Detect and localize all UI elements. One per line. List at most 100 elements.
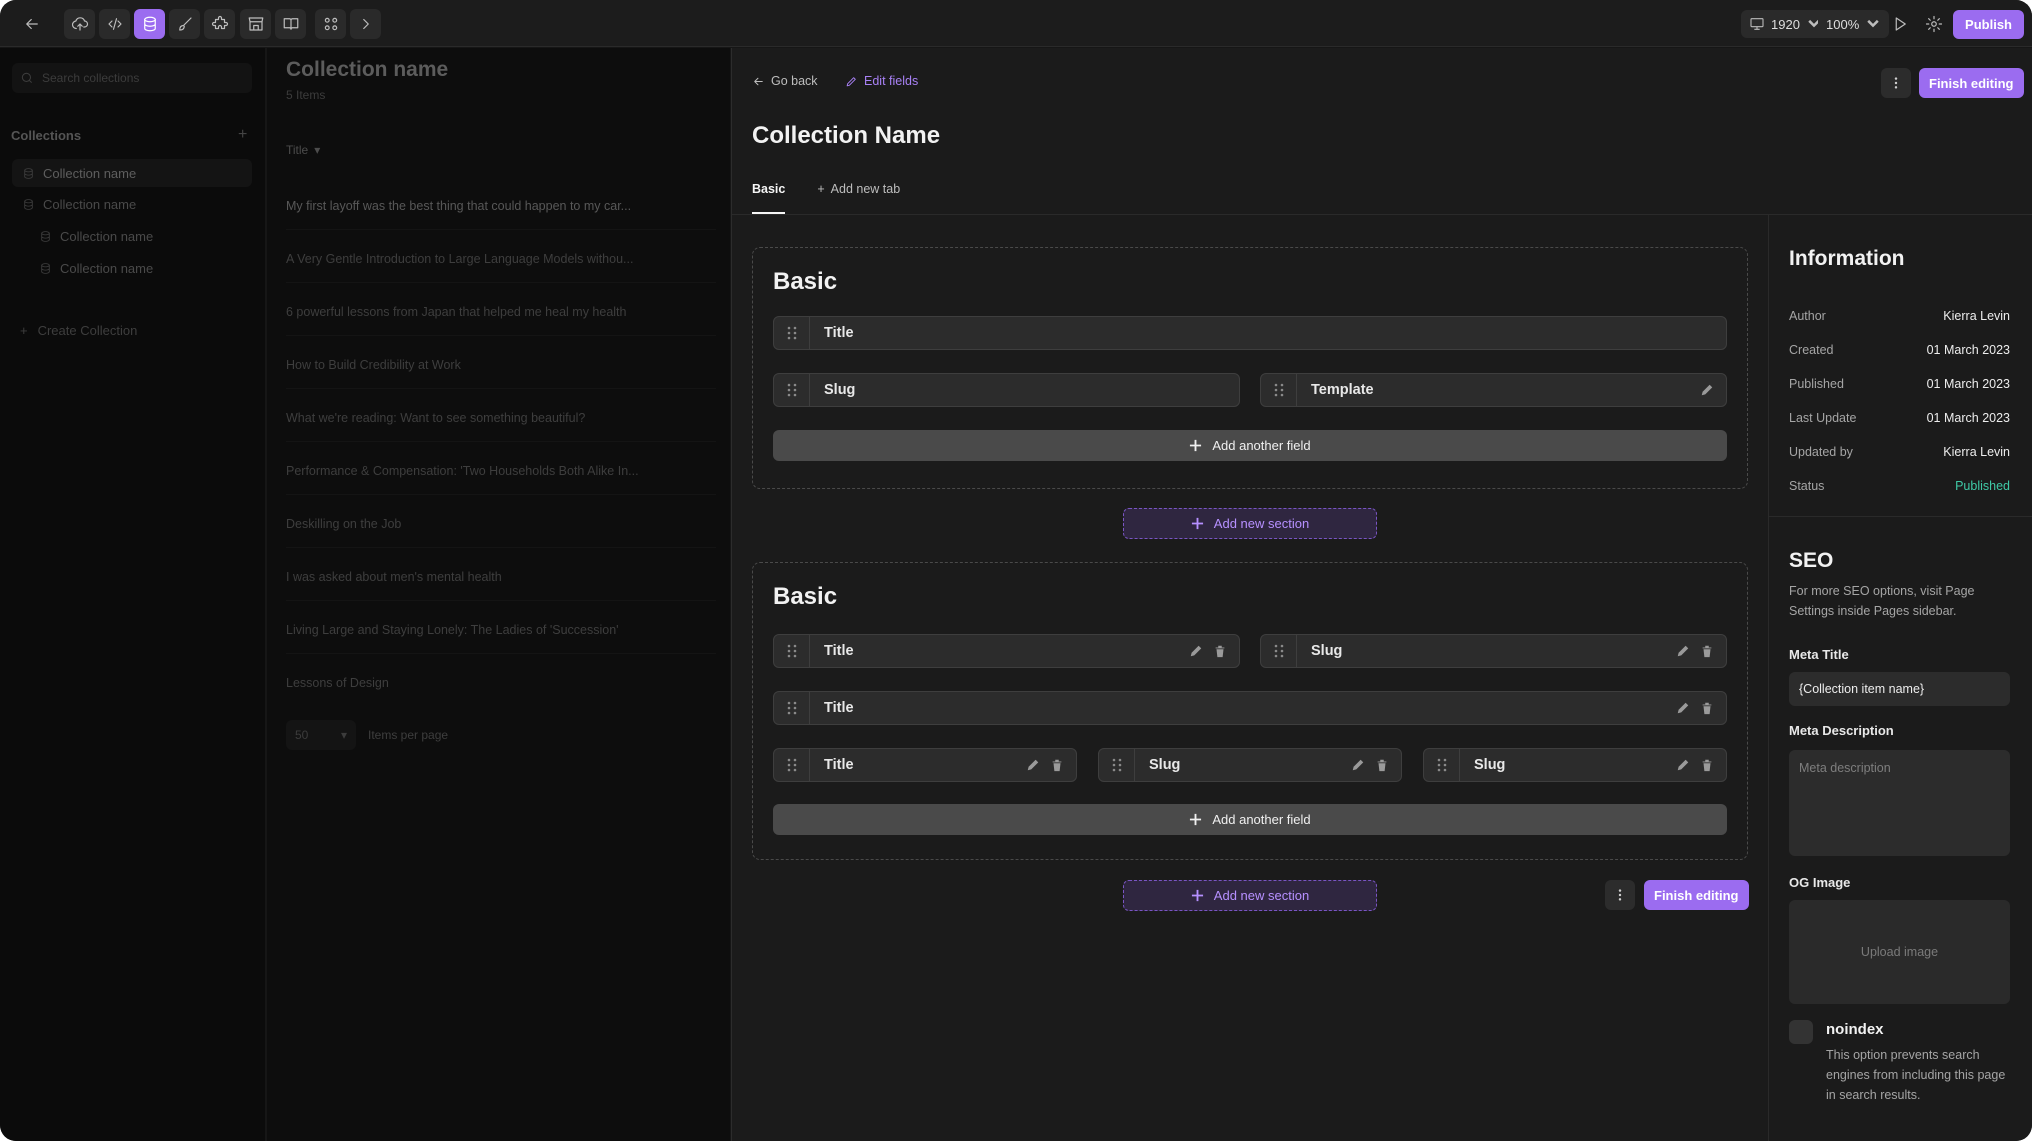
list-item[interactable]: Lessons of Design [286, 676, 716, 690]
seo-title: SEO [1789, 549, 1834, 572]
viewport-select[interactable]: 1920 [1741, 10, 1830, 38]
pencil-icon[interactable] [1676, 644, 1690, 658]
add-new-tab-button[interactable]: + Add new tab [817, 182, 900, 214]
arrow-left-icon [754, 77, 763, 85]
pencil-icon[interactable] [1676, 758, 1690, 772]
list-item[interactable]: I was asked about men's mental health [286, 570, 716, 584]
items-per-page-select[interactable]: 50 ▾ [286, 720, 356, 750]
trash-icon[interactable] [1700, 644, 1714, 658]
store-button[interactable] [240, 9, 271, 39]
info-row-last-update: Last Update 01 March 2023 [1789, 411, 2010, 425]
trash-icon[interactable] [1213, 644, 1227, 658]
drag-handle[interactable] [1424, 749, 1460, 781]
add-new-section-button[interactable]: Add new section [1123, 880, 1377, 911]
field-row-slug[interactable]: Slug [1098, 748, 1402, 782]
list-item[interactable]: What we're reading: Want to see somethin… [286, 411, 716, 425]
trash-icon[interactable] [1375, 758, 1389, 772]
add-section-label: Add new section [1213, 516, 1310, 531]
add-another-field-button[interactable]: Add another field [773, 804, 1727, 835]
publish-button[interactable]: Publish [1953, 10, 2024, 39]
pencil-icon[interactable] [1700, 383, 1714, 397]
meta-description-label: Meta Description [1789, 723, 1894, 738]
search-input[interactable] [42, 71, 242, 85]
sidebar-item-collection[interactable]: Collection name [29, 222, 153, 250]
drag-handle[interactable] [774, 635, 810, 667]
noindex-checkbox[interactable] [1789, 1020, 1813, 1044]
search-collections[interactable] [12, 63, 252, 93]
cms-database-button[interactable] [134, 9, 165, 39]
book-button[interactable] [275, 9, 306, 39]
more-options-button[interactable] [1605, 880, 1635, 910]
field-label: Slug [824, 382, 856, 398]
create-collection-button[interactable]: + Create Collection [20, 323, 137, 338]
upload-image-dropzone[interactable]: Upload image [1789, 900, 2010, 1004]
divider [1769, 516, 2032, 517]
trash-icon[interactable] [1050, 758, 1064, 772]
list-item[interactable]: 6 powerful lessons from Japan that helpe… [286, 305, 716, 319]
code-button[interactable] [99, 9, 130, 39]
field-row-title[interactable]: Title [773, 691, 1727, 725]
sidebar-item-collection[interactable]: Collection name [29, 254, 153, 282]
field-row-title[interactable]: Title [773, 634, 1240, 668]
trash-icon[interactable] [1700, 701, 1714, 715]
pencil-icon[interactable] [1676, 701, 1690, 715]
add-collection-icon[interactable]: + [238, 126, 247, 144]
field-row-template[interactable]: Template [1260, 373, 1727, 407]
trash-icon[interactable] [1700, 758, 1714, 772]
grip-dots-icon [1274, 383, 1283, 397]
list-item[interactable]: Performance & Compensation: 'Two Househo… [286, 464, 716, 478]
list-item[interactable]: Deskilling on the Job [286, 517, 716, 531]
field-row-slug[interactable]: Slug [1423, 748, 1727, 782]
drag-handle[interactable] [774, 749, 810, 781]
drag-handle[interactable] [1099, 749, 1135, 781]
info-key: Author [1789, 309, 1826, 323]
plugins-button[interactable] [204, 9, 235, 39]
add-new-section-button[interactable]: Add new section [1123, 508, 1377, 539]
drag-handle[interactable] [774, 317, 810, 349]
list-item[interactable]: How to Build Credibility at Work [286, 358, 716, 372]
list-item[interactable]: A Very Gentle Introduction to Large Lang… [286, 252, 716, 266]
settings-button[interactable] [1918, 9, 1949, 39]
drag-handle[interactable] [774, 374, 810, 406]
apps-grid-icon [324, 17, 337, 31]
preview-play-button[interactable] [1884, 9, 1915, 39]
field-row-title[interactable]: Title [773, 748, 1077, 782]
list-item[interactable]: Living Large and Staying Lonely: The Lad… [286, 623, 716, 637]
field-row-title[interactable]: Title [773, 316, 1727, 350]
sidebar-item-collection[interactable]: Collection name [12, 190, 136, 218]
status-badge: Published [1955, 479, 2010, 493]
back-arrow-button[interactable] [16, 9, 47, 39]
field-row-slug[interactable]: Slug [1260, 634, 1727, 668]
brush-button[interactable] [169, 9, 200, 39]
section-title: Basic [773, 583, 838, 610]
finish-editing-button[interactable]: Finish editing [1644, 880, 1749, 910]
grip-dots-icon [1437, 758, 1446, 772]
finish-editing-button[interactable]: Finish editing [1919, 68, 2024, 98]
apps-button[interactable] [315, 9, 346, 39]
pencil-icon[interactable] [1351, 758, 1365, 772]
zoom-select[interactable]: 100% [1818, 10, 1890, 38]
sidebar-item-collection[interactable]: Collection name [12, 159, 252, 187]
field-row-slug[interactable]: Slug [773, 373, 1240, 407]
drag-handle[interactable] [1261, 635, 1297, 667]
sort-label: Title [286, 143, 309, 157]
tab-basic[interactable]: Basic [752, 182, 786, 214]
pencil-icon[interactable] [1189, 644, 1203, 658]
information-panel: Information Author Kierra Levin Created … [1769, 215, 2032, 1141]
drag-handle[interactable] [774, 692, 810, 724]
meta-title-field[interactable]: {Collection item name} [1789, 672, 2010, 706]
app-window: 1920 100% Publish Collections + Collecti… [0, 0, 2032, 1141]
edit-fields-link[interactable]: Edit fields [845, 74, 918, 88]
more-tools-button[interactable] [350, 9, 381, 39]
add-another-field-button[interactable]: Add another field [773, 430, 1727, 461]
cloud-upload-button[interactable] [64, 9, 95, 39]
pencil-icon[interactable] [1026, 758, 1040, 772]
list-item[interactable]: My first layoff was the best thing that … [286, 199, 716, 213]
sort-by-title[interactable]: Title ▾ [286, 143, 320, 157]
drag-handle[interactable] [1261, 374, 1297, 406]
go-back-link[interactable]: Go back [752, 74, 818, 88]
database-icon [24, 167, 33, 179]
meta-description-field[interactable]: Meta description [1789, 750, 2010, 856]
more-options-button[interactable] [1881, 68, 1911, 98]
row-divider [286, 547, 716, 548]
